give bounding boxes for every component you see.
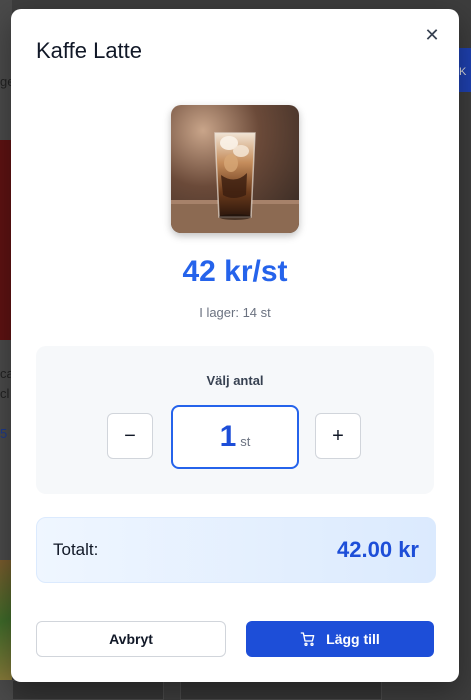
- quantity-label: Välj antal: [206, 373, 264, 388]
- close-icon: ✕: [424, 25, 440, 45]
- cancel-button[interactable]: Avbryt: [36, 621, 226, 657]
- background-button-text: K: [459, 66, 467, 78]
- product-dialog: Kaffe Latte ✕ 42 kr/st I lager: 14 st Vä…: [11, 9, 459, 682]
- stock-status: I lager: 14 st: [199, 305, 271, 320]
- total-label: Totalt:: [53, 540, 99, 559]
- increase-quantity-button[interactable]: +: [315, 413, 361, 459]
- total-value: 42.00 kr: [337, 537, 419, 562]
- background-text: 5: [0, 426, 8, 441]
- dialog-title: Kaffe Latte: [36, 38, 143, 63]
- background-text: cl: [0, 386, 10, 401]
- quantity-value: 1: [219, 420, 237, 453]
- background-card: [12, 680, 164, 700]
- quantity-field[interactable]: 1st: [171, 405, 299, 469]
- add-to-cart-button[interactable]: Lägg till: [246, 621, 434, 657]
- iced-latte-illustration: [171, 132, 299, 233]
- decrease-quantity-button[interactable]: −: [107, 413, 153, 459]
- quantity-unit: st: [240, 434, 251, 449]
- total-summary: Totalt: 42.00 kr: [36, 517, 436, 583]
- product-price: 42 kr/st: [182, 255, 288, 288]
- cart-icon: [300, 632, 315, 646]
- background-card: [180, 680, 382, 700]
- product-image: [171, 105, 299, 233]
- add-to-cart-label: Lägg till: [326, 631, 380, 647]
- quantity-panel: Välj antal − 1st +: [36, 346, 434, 494]
- close-button[interactable]: ✕: [421, 24, 443, 46]
